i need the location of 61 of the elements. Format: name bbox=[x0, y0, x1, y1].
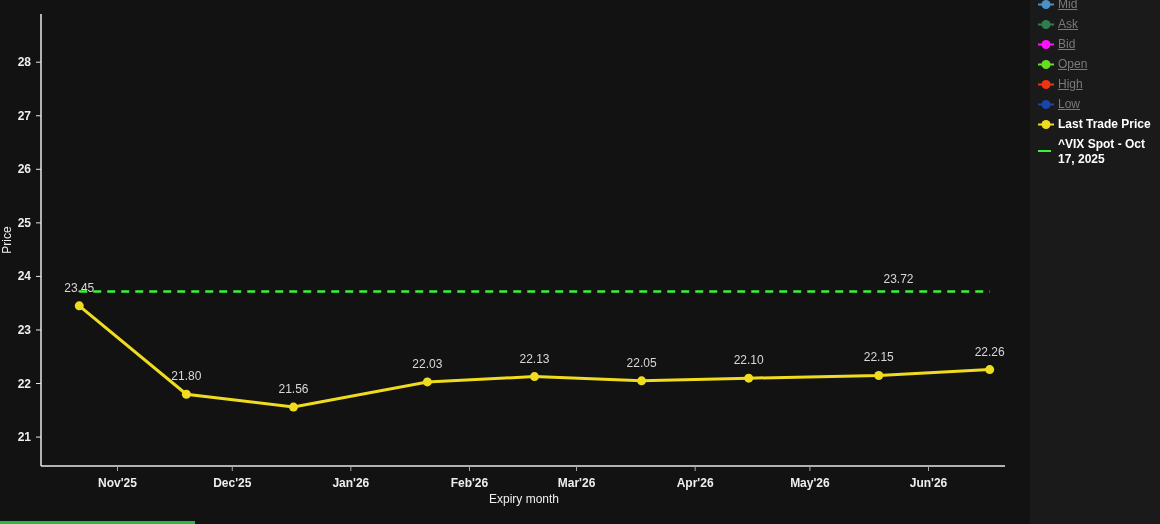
data-label: 22.03 bbox=[412, 356, 443, 371]
legend-item[interactable]: Ask bbox=[1038, 17, 1156, 32]
y-tick-label: 21 bbox=[17, 430, 31, 445]
data-point bbox=[985, 365, 995, 375]
data-point bbox=[530, 372, 539, 382]
legend-label: Open bbox=[1058, 57, 1088, 72]
data-point bbox=[874, 371, 884, 380]
data-label: 22.26 bbox=[974, 344, 1005, 359]
y-tick-label: 27 bbox=[17, 108, 31, 123]
x-tick-label: May'26 bbox=[790, 476, 830, 490]
data-label: 22.10 bbox=[733, 353, 764, 368]
x-tick-label: Jan'26 bbox=[332, 476, 370, 490]
y-tick-label: 23 bbox=[17, 322, 31, 337]
legend-marker-icon bbox=[1038, 57, 1054, 72]
legend-label: Bid bbox=[1058, 37, 1076, 52]
data-point bbox=[637, 376, 647, 386]
x-tick-label: Feb'26 bbox=[450, 476, 489, 490]
y-axis-title: Price bbox=[0, 226, 14, 254]
legend-marker-icon bbox=[1038, 37, 1054, 52]
x-axis-title: Expiry month bbox=[489, 492, 559, 506]
legend-item[interactable]: Open bbox=[1038, 57, 1156, 72]
legend-label: ^VIX Spot - Oct 17, 2025 bbox=[1058, 137, 1146, 167]
data-label: 22.05 bbox=[626, 355, 657, 370]
legend-line-icon bbox=[1038, 150, 1051, 152]
data-label: 22.13 bbox=[519, 351, 550, 366]
legend-item[interactable]: ^VIX Spot - Oct 17, 2025 bbox=[1038, 137, 1156, 167]
x-tick-label: Mar'26 bbox=[557, 476, 596, 490]
y-tick-label: 28 bbox=[17, 55, 31, 70]
data-label: 21.80 bbox=[171, 369, 202, 384]
data-point bbox=[744, 373, 754, 383]
legend-item[interactable]: Mid bbox=[1038, 0, 1156, 12]
y-tick-label: 22 bbox=[17, 376, 31, 391]
x-tick-label: Dec'25 bbox=[213, 476, 252, 490]
data-point bbox=[422, 377, 432, 387]
legend-label: Last Trade Price bbox=[1058, 117, 1151, 132]
legend-item[interactable]: High bbox=[1038, 77, 1156, 92]
legend-marker-icon bbox=[1038, 17, 1054, 32]
y-tick-label: 25 bbox=[17, 215, 31, 230]
data-point bbox=[289, 402, 298, 412]
spot-value-label: 23.72 bbox=[883, 272, 914, 287]
legend-label: Ask bbox=[1058, 17, 1078, 32]
x-tick-label: Jun'26 bbox=[909, 476, 948, 490]
legend-item[interactable]: Last Trade Price bbox=[1038, 117, 1156, 132]
data-point bbox=[74, 301, 84, 311]
data-label: 21.56 bbox=[278, 382, 309, 397]
legend-marker-icon bbox=[1038, 0, 1054, 12]
y-tick-label: 26 bbox=[17, 162, 31, 177]
y-tick-label: 24 bbox=[17, 269, 31, 284]
legend-marker-icon bbox=[1038, 97, 1054, 112]
legend-marker-icon bbox=[1038, 117, 1054, 132]
legend-label: Low bbox=[1058, 97, 1080, 112]
data-label: 23.45 bbox=[64, 280, 95, 295]
x-tick-label: Nov'25 bbox=[98, 476, 137, 490]
data-label: 22.15 bbox=[863, 350, 894, 365]
legend-item[interactable]: Low bbox=[1038, 97, 1156, 112]
legend-item[interactable]: Bid bbox=[1038, 37, 1156, 52]
legend-label: High bbox=[1058, 77, 1083, 92]
legend-label: Mid bbox=[1058, 0, 1078, 12]
x-tick-label: Apr'26 bbox=[676, 476, 714, 490]
legend-marker-icon bbox=[1038, 77, 1054, 92]
data-point bbox=[181, 389, 191, 399]
